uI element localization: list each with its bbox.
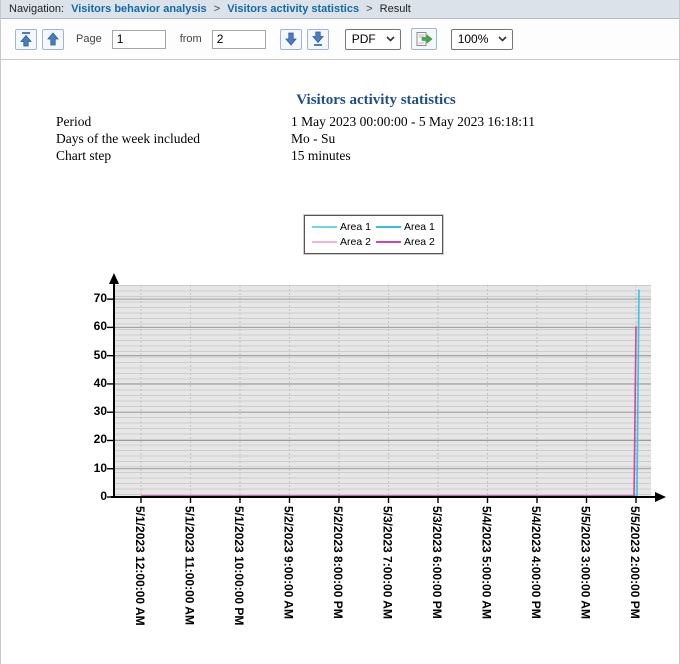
- arrow-down-bar-icon: [310, 31, 326, 47]
- breadcrumb: Navigation: Visitors behavior analysis >…: [1, 0, 679, 19]
- period-value: 1 May 2023 00:00:00 - 5 May 2023 16:18:1…: [291, 114, 535, 130]
- next-page-button[interactable]: [280, 29, 302, 50]
- legend-item: Area 1: [376, 221, 435, 233]
- breadcrumb-current: Result: [380, 3, 411, 15]
- first-page-button[interactable]: [15, 29, 37, 50]
- zoom-value: 100%: [458, 32, 489, 46]
- arrow-down-icon: [283, 31, 299, 47]
- x-axis-label: 5/2/2023 8:00:00 PM: [330, 506, 346, 619]
- arrow-up-icon: [45, 31, 61, 47]
- chart: 0 10 20 30 40 50 60 70 5/1/2023 12:00:00 AM 5/1/2…: [1, 270, 680, 664]
- zoom-select[interactable]: 100%: [451, 29, 513, 50]
- chart-step-value: 15 minutes: [291, 148, 351, 164]
- legend-line-swatch: [376, 226, 401, 228]
- legend-line-swatch: [312, 241, 337, 243]
- from-label: from: [180, 33, 202, 45]
- export-button[interactable]: [411, 28, 437, 50]
- export-format-select[interactable]: PDF: [345, 29, 401, 50]
- y-axis-label: 10: [65, 461, 107, 475]
- x-axis-label: 5/1/2023 10:00:00 PM: [231, 506, 247, 625]
- legend-label: Area 1: [404, 221, 435, 233]
- breadcrumb-link-behavior-analysis[interactable]: Visitors behavior analysis: [71, 3, 207, 15]
- chevron-down-icon: [386, 36, 395, 42]
- legend-label: Area 1: [340, 221, 371, 233]
- last-page-button[interactable]: [307, 29, 329, 50]
- legend-label: Area 2: [404, 236, 435, 248]
- previous-page-button[interactable]: [42, 29, 64, 50]
- y-axis-label: 50: [65, 348, 107, 362]
- y-axis-label: 20: [65, 432, 107, 446]
- x-axis-label: 5/3/2023 7:00:00 AM: [380, 506, 396, 619]
- x-axis-label: 5/5/2023 2:00:00 PM: [627, 506, 643, 619]
- days-label: Days of the week included: [56, 131, 200, 147]
- chart-step-label: Chart step: [56, 148, 111, 164]
- page-title: Visitors activity statistics: [71, 92, 680, 109]
- y-axis-label: 70: [65, 291, 107, 305]
- arrow-up-bar-icon: [18, 31, 34, 47]
- y-axis-label: 0: [65, 489, 107, 503]
- page-label: Page: [76, 33, 102, 45]
- chart-legend: Area 1 Area 1 Area 2 Area 2: [304, 215, 443, 254]
- breadcrumb-separator: >: [214, 3, 220, 15]
- legend-item: Area 2: [376, 236, 435, 248]
- y-axis-label: 30: [65, 404, 107, 418]
- y-axis-label: 40: [65, 376, 107, 390]
- total-pages-input[interactable]: [212, 30, 266, 49]
- export-document-icon: [415, 31, 433, 47]
- page-number-input[interactable]: [112, 30, 166, 49]
- breadcrumb-link-activity-statistics[interactable]: Visitors activity statistics: [227, 3, 359, 15]
- x-axis-label: 5/5/2023 3:00:00 AM: [578, 506, 594, 619]
- legend-line-swatch: [312, 226, 337, 228]
- legend-item: Area 2: [312, 236, 371, 248]
- breadcrumb-prefix: Navigation:: [9, 3, 64, 15]
- x-axis-label: 5/2/2023 9:00:00 AM: [281, 506, 297, 619]
- x-axis-label: 5/4/2023 4:00:00 PM: [528, 506, 544, 619]
- chevron-down-icon: [498, 36, 507, 42]
- legend-label: Area 2: [340, 236, 371, 248]
- days-value: Mo - Su: [291, 131, 335, 147]
- export-format-value: PDF: [352, 32, 376, 46]
- x-axis-label: 5/1/2023 12:00:00 AM: [132, 506, 148, 626]
- x-axis-label: 5/1/2023 11:00:00 AM: [182, 506, 198, 625]
- y-axis-label: 60: [65, 319, 107, 333]
- breadcrumb-separator: >: [366, 3, 372, 15]
- x-axis-label: 5/3/2023 6:00:00 PM: [429, 506, 445, 619]
- period-label: Period: [56, 114, 91, 130]
- x-axis-label: 5/4/2023 5:00:00 AM: [479, 506, 495, 619]
- legend-item: Area 1: [312, 221, 371, 233]
- report-toolbar: Page from PDF 100%: [1, 19, 679, 60]
- legend-line-swatch: [376, 241, 401, 243]
